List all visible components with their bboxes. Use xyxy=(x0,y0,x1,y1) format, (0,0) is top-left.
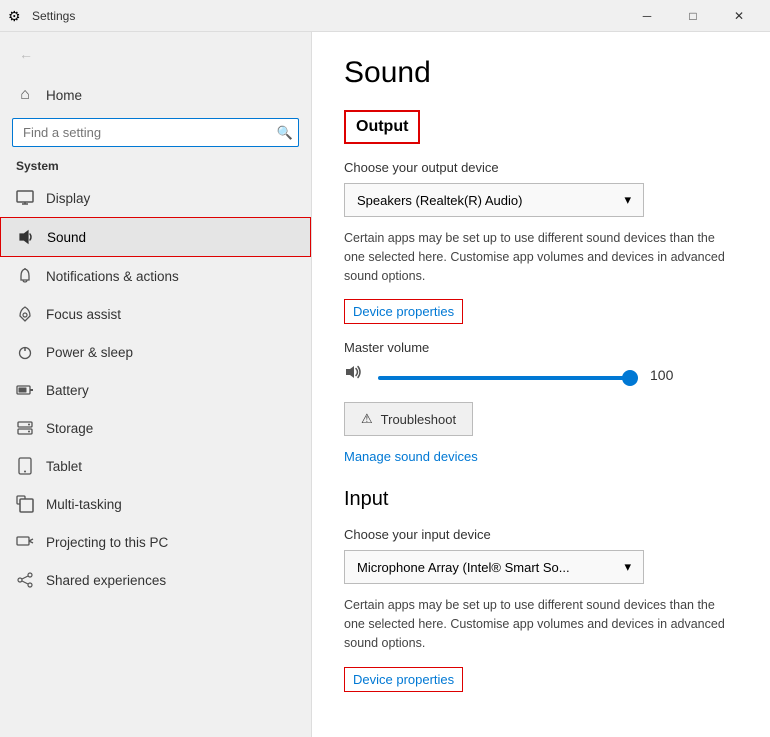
volume-slider-wrap xyxy=(378,367,638,383)
input-header: Input xyxy=(344,488,738,511)
sidebar-item-notifications[interactable]: Notifications & actions xyxy=(0,257,311,295)
sidebar-item-power[interactable]: Power & sleep xyxy=(0,333,311,371)
troubleshoot-label: Troubleshoot xyxy=(381,412,456,427)
input-section: Input Choose your input device Microphon… xyxy=(344,488,738,707)
home-icon: ⌂ xyxy=(16,86,34,104)
storage-icon xyxy=(16,419,34,437)
minimize-button[interactable]: ─ xyxy=(624,0,670,32)
multitasking-icon xyxy=(16,495,34,513)
sidebar-item-display[interactable]: Display xyxy=(0,179,311,217)
sidebar-item-focus[interactable]: Focus assist xyxy=(0,295,311,333)
back-button[interactable]: ← xyxy=(12,40,40,68)
battery-icon xyxy=(16,381,34,399)
search-box: 🔍 xyxy=(12,118,299,147)
sidebar-item-label: Focus assist xyxy=(46,307,121,322)
display-icon xyxy=(16,189,34,207)
sidebar-item-label: Notifications & actions xyxy=(46,269,179,284)
sidebar-item-battery[interactable]: Battery xyxy=(0,371,311,409)
sidebar-item-label: Power & sleep xyxy=(46,345,133,360)
output-device-properties-link[interactable]: Device properties xyxy=(344,299,463,324)
titlebar-title: Settings xyxy=(32,9,624,23)
manage-sound-devices-link[interactable]: Manage sound devices xyxy=(344,449,478,464)
settings-icon: ⚙ xyxy=(8,8,24,24)
sidebar-item-label: Display xyxy=(46,191,90,206)
volume-icon xyxy=(344,363,366,386)
output-section: Output Choose your output device Speaker… xyxy=(344,110,738,488)
sidebar-item-label: Home xyxy=(46,88,82,103)
input-info-text: Certain apps may be set up to use differ… xyxy=(344,596,738,652)
sidebar-item-multitasking[interactable]: Multi-tasking xyxy=(0,485,311,523)
close-button[interactable]: ✕ xyxy=(716,0,762,32)
tablet-icon xyxy=(16,457,34,475)
output-header: Output xyxy=(344,110,420,144)
projecting-icon xyxy=(16,533,34,551)
notification-icon xyxy=(16,267,34,285)
sidebar-item-tablet[interactable]: Tablet xyxy=(0,447,311,485)
power-icon xyxy=(16,343,34,361)
sidebar-item-label: Multi-tasking xyxy=(46,497,122,512)
page-title: Sound xyxy=(344,56,738,90)
volume-slider[interactable] xyxy=(378,376,638,380)
app-container: ← ⌂ Home 🔍 System Display xyxy=(0,32,770,737)
search-input[interactable] xyxy=(12,118,299,147)
sidebar-section-label: System xyxy=(0,155,311,179)
titlebar: ⚙ Settings ─ □ ✕ xyxy=(0,0,770,32)
sidebar-item-label: Storage xyxy=(46,421,93,436)
sidebar-item-storage[interactable]: Storage xyxy=(0,409,311,447)
sidebar: ← ⌂ Home 🔍 System Display xyxy=(0,32,312,737)
volume-value: 100 xyxy=(650,367,686,383)
sidebar-item-projecting[interactable]: Projecting to this PC xyxy=(0,523,311,561)
sound-icon xyxy=(17,228,35,246)
sidebar-item-label: Sound xyxy=(47,230,86,245)
sidebar-item-label: Shared experiences xyxy=(46,573,166,588)
input-device-chevron: ▾ xyxy=(624,559,631,575)
search-icon[interactable]: 🔍 xyxy=(277,125,293,141)
content-area: Sound Output Choose your output device S… xyxy=(312,32,770,737)
volume-label: Master volume xyxy=(344,340,738,355)
sidebar-nav-top: ← xyxy=(0,32,311,76)
output-device-value: Speakers (Realtek(R) Audio) xyxy=(357,193,522,208)
output-info-text: Certain apps may be set up to use differ… xyxy=(344,229,738,285)
focus-icon xyxy=(16,305,34,323)
sidebar-item-label: Projecting to this PC xyxy=(46,535,168,550)
maximize-button[interactable]: □ xyxy=(670,0,716,32)
shared-icon xyxy=(16,571,34,589)
input-device-value: Microphone Array (Intel® Smart So... xyxy=(357,560,570,575)
troubleshoot-icon: ⚠ xyxy=(361,411,373,427)
input-device-properties-link[interactable]: Device properties xyxy=(344,667,463,692)
output-device-dropdown[interactable]: Speakers (Realtek(R) Audio) ▾ xyxy=(344,183,644,217)
output-device-label: Choose your output device xyxy=(344,160,738,175)
input-device-dropdown[interactable]: Microphone Array (Intel® Smart So... ▾ xyxy=(344,550,644,584)
input-device-label: Choose your input device xyxy=(344,527,738,542)
volume-row: 100 xyxy=(344,363,738,386)
sidebar-item-home[interactable]: ⌂ Home xyxy=(0,76,311,114)
sidebar-item-shared[interactable]: Shared experiences xyxy=(0,561,311,599)
sidebar-item-sound[interactable]: Sound xyxy=(0,217,311,257)
output-device-chevron: ▾ xyxy=(624,192,631,208)
sidebar-item-label: Tablet xyxy=(46,459,82,474)
troubleshoot-button[interactable]: ⚠ Troubleshoot xyxy=(344,402,473,436)
window-controls: ─ □ ✕ xyxy=(624,0,762,32)
sidebar-item-label: Battery xyxy=(46,383,89,398)
